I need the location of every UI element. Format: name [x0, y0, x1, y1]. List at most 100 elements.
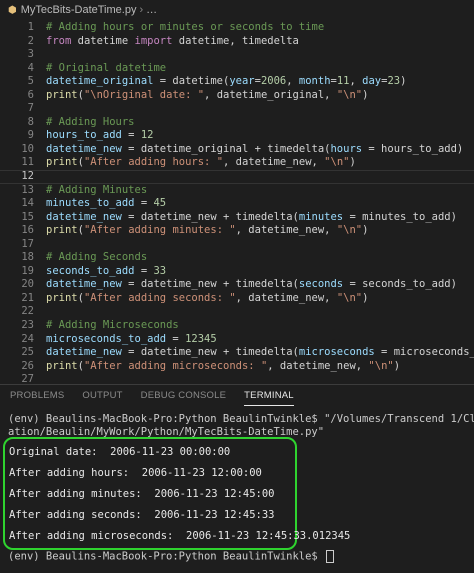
code-text: # Adding Minutes [46, 184, 474, 198]
code-token: 23 [387, 75, 401, 88]
code-token: print [46, 156, 78, 169]
code-line[interactable]: 26 print("After adding microseconds: ", d… [0, 360, 474, 374]
code-text: datetime_new = datetime_new + timedelta(… [46, 346, 474, 360]
terminal-output-line: Original date: 2006-11-23 00:00:00 [9, 446, 231, 458]
line-number: 24 [21, 332, 34, 345]
code-token: print [46, 291, 78, 304]
code-token: 11 [336, 75, 350, 88]
code-text: datetime_original = datetime(year=2006, … [46, 75, 474, 89]
code-token: ) [362, 291, 369, 304]
code-token: import [134, 34, 173, 47]
line-number: 23 [21, 319, 34, 332]
breadcrumb-separator: › [139, 4, 144, 16]
code-token: = datetime_new + timedelta( [121, 210, 299, 223]
code-token: = datetime( [153, 75, 230, 88]
code-line[interactable]: 27 [0, 373, 474, 384]
code-line[interactable]: 7 [0, 102, 474, 116]
terminal-prompt-text: (env) Beaulins-MacBook-Pro:Python Beauli… [8, 550, 325, 563]
code-line[interactable]: 12 [0, 170, 474, 184]
code-token: # Adding Minutes [46, 183, 148, 196]
code-token: , [286, 75, 299, 88]
line-number: 17 [21, 237, 34, 250]
code-line[interactable]: 1 # Adding hours or minutes or seconds to… [0, 21, 474, 35]
code-line[interactable]: 2 from datetime import datetime, timedelt… [0, 35, 474, 49]
code-token: 2006 [260, 75, 287, 88]
code-line[interactable]: 11 print("After adding hours: ", datetime… [0, 156, 474, 170]
code-line[interactable]: 14 minutes_to_add = 45 [0, 197, 474, 211]
code-token: = datetime_original + timedelta( [121, 142, 331, 155]
code-line[interactable]: 22 [0, 305, 474, 319]
line-number: 6 [27, 88, 34, 101]
code-line[interactable]: 8 # Adding Hours [0, 116, 474, 130]
terminal-output-line: After adding hours: 2006-11-23 12:00:00 [9, 467, 262, 479]
code-token: hours_to_add [46, 129, 122, 142]
terminal-command-line: (env) Beaulins-MacBook-Pro:Python Beauli… [8, 413, 474, 425]
code-token: "\n" [324, 156, 350, 169]
code-token: ) [362, 88, 369, 101]
code-token: print [46, 88, 78, 101]
code-text: minutes_to_add = 45 [46, 197, 474, 211]
code-token: "After adding seconds: " [83, 291, 236, 304]
code-text: microseconds_to_add = 12345 [46, 333, 474, 347]
code-token: = [134, 264, 154, 277]
code-token: , datetime_new, [223, 156, 325, 169]
code-line[interactable]: 3 [0, 48, 474, 62]
terminal-prompt[interactable]: (env) Beaulins-MacBook-Pro:Python Beauli… [8, 550, 335, 563]
code-token: = datetime_new + timedelta( [121, 346, 299, 359]
code-line[interactable]: 17 [0, 238, 474, 252]
code-token: , datetime_original, [204, 88, 337, 101]
code-token: ) [362, 224, 369, 237]
line-number: 19 [21, 264, 34, 277]
code-text: # Adding Seconds [46, 251, 474, 265]
code-token: day [362, 75, 382, 88]
code-text: # Adding Microseconds [46, 319, 474, 333]
code-token: hours [330, 142, 363, 155]
code-editor[interactable]: 1 # Adding hours or minutes or seconds to… [0, 21, 474, 384]
line-number: 3 [27, 48, 34, 61]
line-number: 1 [27, 21, 34, 33]
code-text: print("\nOriginal date: ", datetime_orig… [46, 89, 474, 103]
code-line[interactable]: 4 # Original datetime [0, 62, 474, 76]
terminal-output-line: After adding minutes: 2006-11-23 12:45:0… [9, 488, 275, 500]
line-number: 15 [21, 210, 34, 223]
code-line[interactable]: 23 # Adding Microseconds [0, 319, 474, 333]
tab-output[interactable]: OUTPUT [82, 390, 122, 406]
code-token: datetime_original [46, 75, 154, 88]
code-line[interactable]: 13 # Adding Minutes [0, 184, 474, 198]
code-line[interactable]: 19 seconds_to_add = 33 [0, 265, 474, 279]
code-token: = hours_to_add) [362, 142, 464, 155]
code-token: # Original datetime [46, 61, 167, 74]
code-line[interactable]: 5 datetime_original = datetime(year=2006,… [0, 75, 474, 89]
code-token: "\n" [368, 359, 394, 372]
line-number: 12 [21, 170, 34, 183]
breadcrumb-more[interactable]: … [146, 4, 157, 16]
code-token: ) [393, 359, 401, 372]
code-line[interactable]: 6 print("\nOriginal date: ", datetime_ori… [0, 89, 474, 103]
code-line[interactable]: 15 datetime_new = datetime_new + timedelt… [0, 211, 474, 225]
terminal[interactable]: (env) Beaulins-MacBook-Pro:Python Beauli… [8, 413, 474, 439]
tab-problems[interactable]: PROBLEMS [10, 390, 64, 406]
breadcrumb-file[interactable]: MyTecBits-DateTime.py [21, 4, 137, 16]
line-number: 2 [27, 34, 34, 47]
line-number: 16 [21, 224, 34, 237]
code-line[interactable]: 21 print("After adding seconds: ", dateti… [0, 292, 474, 306]
code-text: print("After adding seconds: ", datetime… [46, 292, 474, 306]
tab-debug-console[interactable]: DEBUG CONSOLE [141, 390, 226, 406]
code-token: "\n" [336, 88, 363, 101]
code-line[interactable]: 20 datetime_new = datetime_new + timedelt… [0, 278, 474, 292]
line-number: 10 [21, 142, 34, 155]
code-line[interactable]: 18 # Adding Seconds [0, 251, 474, 265]
code-line[interactable]: 25 datetime_new = datetime_new + timedelt… [0, 346, 474, 360]
code-line[interactable]: 9 hours_to_add = 12 [0, 129, 474, 143]
code-text: print("After adding minutes: ", datetime… [46, 224, 474, 238]
code-token: = [166, 332, 186, 345]
code-text: seconds_to_add = 33 [46, 265, 474, 279]
code-token: 33 [153, 264, 167, 277]
tab-terminal[interactable]: TERMINAL [244, 390, 294, 406]
code-token: print [46, 224, 78, 237]
code-line[interactable]: 10 datetime_new = datetime_original + tim… [0, 143, 474, 157]
panel-divider [0, 384, 474, 385]
code-line[interactable]: 24 microseconds_to_add = 12345 [0, 333, 474, 347]
code-line[interactable]: 16 print("After adding minutes: ", dateti… [0, 224, 474, 238]
